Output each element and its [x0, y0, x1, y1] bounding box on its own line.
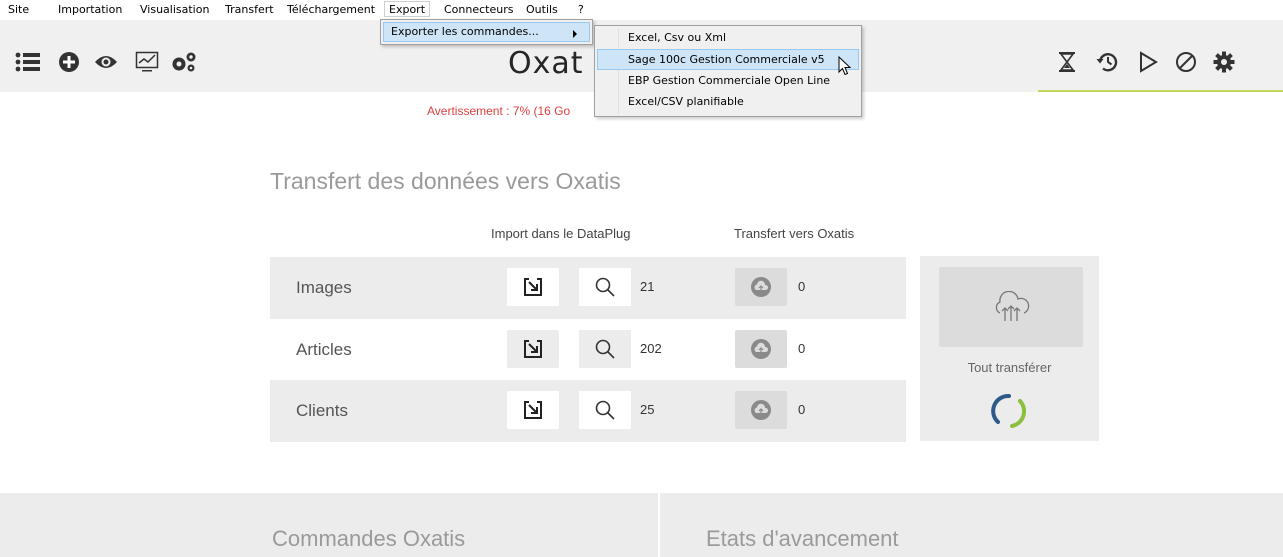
- toolbar-accent-line: [1038, 90, 1283, 92]
- monitor-chart-icon[interactable]: [133, 48, 161, 76]
- cloud-upload-icon: [751, 277, 771, 297]
- upload-button[interactable]: [735, 330, 787, 368]
- play-icon[interactable]: [1134, 48, 1162, 76]
- gears-icon[interactable]: [170, 48, 198, 76]
- search-icon: [595, 400, 615, 420]
- menu-bar: Site Importation Visualisation Transfert…: [0, 0, 1283, 20]
- import-button[interactable]: [507, 391, 559, 429]
- menu-item-excel-csv-xml[interactable]: Excel, Csv ou Xml: [597, 28, 859, 49]
- settings-icon[interactable]: [1210, 48, 1238, 76]
- row-label: Images: [296, 278, 352, 297]
- menu-item-label: Exporter les commandes...: [391, 25, 539, 38]
- view-button[interactable]: [579, 330, 631, 368]
- menu-importation[interactable]: Importation: [54, 2, 126, 18]
- row-label: Articles: [296, 340, 352, 359]
- exporter-commandes-submenu: Excel, Csv ou Xml Sage 100c Gestion Comm…: [594, 25, 862, 117]
- menu-visualisation[interactable]: Visualisation: [136, 2, 213, 18]
- menu-site[interactable]: Site: [4, 2, 33, 18]
- transfer-row-articles: Articles 202 0: [270, 319, 906, 381]
- col-header-transfer: Transfert vers Oxatis: [734, 226, 855, 241]
- cloud-upload-icon: [751, 400, 771, 420]
- add-circle-icon[interactable]: [55, 48, 83, 76]
- upload-button[interactable]: [735, 268, 787, 306]
- import-icon: [524, 401, 542, 419]
- menu-transfert[interactable]: Transfert: [221, 2, 278, 18]
- transfer-all-label: Tout transférer: [967, 360, 1052, 375]
- menu-item-sage-100c[interactable]: Sage 100c Gestion Commerciale v5: [597, 49, 859, 70]
- transfer-count: 0: [798, 279, 806, 294]
- transfer-count: 0: [798, 341, 806, 356]
- submenu-arrow-icon: [573, 30, 577, 38]
- view-button[interactable]: [579, 268, 631, 306]
- menu-telechargement[interactable]: Téléchargement: [283, 2, 379, 18]
- col-header-import: Import dans le DataPlug: [491, 226, 631, 241]
- eye-icon[interactable]: [92, 48, 120, 76]
- transfer-all-panel: Tout transférer: [920, 256, 1099, 441]
- import-button[interactable]: [507, 268, 559, 306]
- menu-item-exporter-commandes[interactable]: Exporter les commandes...: [383, 22, 590, 42]
- bottom-panels: Commandes Oxatis Etats d'avancement: [0, 493, 1283, 557]
- transfer-row-clients: Clients 25 0: [270, 380, 906, 442]
- transfer-all-button[interactable]: [939, 267, 1083, 347]
- cancel-icon[interactable]: [1172, 48, 1200, 76]
- search-icon: [595, 339, 615, 359]
- mouse-cursor-icon: [838, 56, 852, 76]
- menu-outils[interactable]: Outils: [522, 2, 562, 18]
- disk-warning: Avertissement : 7% (16 Go: [427, 104, 571, 118]
- import-count: 21: [640, 279, 655, 294]
- section-title: Transfert des données vers Oxatis: [270, 168, 621, 194]
- menu-item-ebp[interactable]: EBP Gestion Commerciale Open Line: [597, 71, 859, 92]
- menu-export[interactable]: Export: [384, 1, 431, 17]
- loading-spinner-icon: [991, 394, 1027, 428]
- tab-commandes-oxatis[interactable]: Commandes Oxatis: [272, 526, 465, 552]
- cloud-upload-icon: [995, 291, 1030, 321]
- row-label: Clients: [296, 401, 348, 420]
- oxatis-logo: Oxat: [508, 46, 584, 81]
- search-icon: [595, 277, 615, 297]
- import-count: 202: [640, 341, 662, 356]
- cloud-upload-icon: [751, 339, 771, 359]
- import-icon: [524, 278, 542, 296]
- import-count: 25: [640, 402, 655, 417]
- export-submenu: Exporter les commandes...: [380, 19, 593, 45]
- import-button[interactable]: [507, 330, 559, 368]
- import-icon: [524, 340, 542, 358]
- tab-etats-avancement[interactable]: Etats d'avancement: [706, 526, 899, 552]
- hourglass-icon[interactable]: [1053, 48, 1081, 76]
- menu-connecteurs[interactable]: Connecteurs: [440, 2, 517, 18]
- transfer-row-images: Images 21 0: [270, 257, 906, 319]
- menu-item-excel-csv-planifiable[interactable]: Excel/CSV planifiable: [597, 92, 859, 113]
- list-icon[interactable]: [14, 48, 42, 76]
- upload-button[interactable]: [735, 391, 787, 429]
- view-button[interactable]: [579, 391, 631, 429]
- menu-help[interactable]: ?: [574, 2, 588, 18]
- divider: [658, 493, 660, 557]
- transfer-count: 0: [798, 402, 806, 417]
- history-icon[interactable]: [1094, 48, 1122, 76]
